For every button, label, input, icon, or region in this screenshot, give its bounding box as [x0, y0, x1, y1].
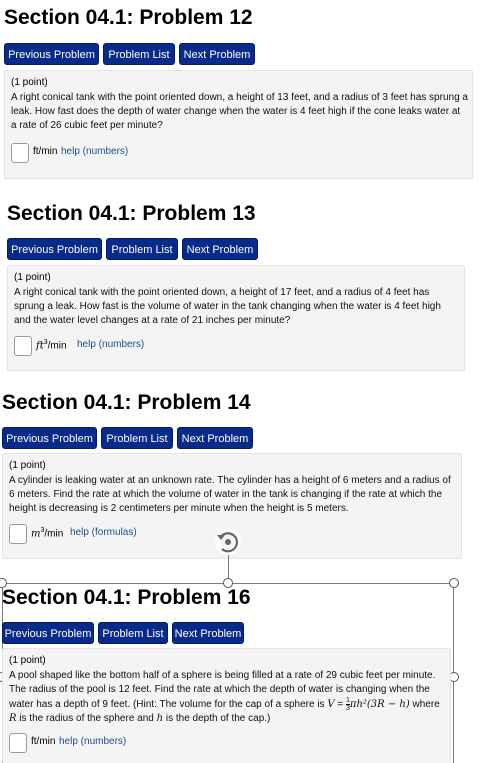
problem-list-button[interactable]: Problem List — [98, 622, 168, 644]
problem-title: Section 04.1: Problem 12 — [4, 6, 253, 29]
problem-box: (1 point) A right conical tank with the … — [4, 70, 473, 179]
points-label: (1 point) — [11, 77, 48, 88]
unit-label: m3/min — [31, 527, 64, 540]
answer-input[interactable] — [14, 336, 32, 356]
unit-label: ft/min — [31, 736, 56, 747]
problem-box: (1 point) A right conical tank with the … — [7, 265, 465, 371]
points-label: (1 point) — [14, 272, 51, 283]
next-problem-button[interactable]: Next Problem — [172, 622, 244, 644]
problem-box: (1 point) A pool shaped like the bottom … — [2, 648, 451, 763]
problem-13-section: Section 04.1: Problem 13 Previous Proble… — [7, 202, 467, 374]
previous-problem-button[interactable]: Previous Problem — [2, 427, 97, 449]
rotate-handle-icon[interactable] — [214, 528, 244, 556]
problem-list-button[interactable]: Problem List — [103, 43, 175, 65]
help-link[interactable]: help (numbers) — [59, 736, 126, 747]
rotate-connector — [228, 553, 229, 579]
help-link[interactable]: help (numbers) — [77, 339, 144, 350]
next-problem-button[interactable]: Next Problem — [182, 238, 258, 260]
help-link[interactable]: help (formulas) — [70, 527, 137, 538]
answer-input[interactable] — [11, 143, 29, 163]
problem-text: A cylinder is leaking water at an unknow… — [9, 475, 451, 514]
problem-title: Section 04.1: Problem 16 — [2, 586, 251, 609]
problem-text: A right conical tank with the point orie… — [11, 92, 468, 131]
problem-list-button[interactable]: Problem List — [101, 427, 173, 449]
next-problem-button[interactable]: Next Problem — [179, 43, 255, 65]
previous-problem-button[interactable]: Previous Problem — [2, 622, 94, 644]
problem-title: Section 04.1: Problem 13 — [7, 202, 256, 225]
points-label: (1 point) — [9, 460, 46, 471]
problem-list-button[interactable]: Problem List — [106, 238, 178, 260]
unit-label: ft3/min — [36, 339, 67, 352]
help-link[interactable]: help (numbers) — [61, 146, 128, 157]
answer-input[interactable] — [9, 733, 27, 753]
previous-problem-button[interactable]: Previous Problem — [4, 43, 99, 65]
problem-16-section: Section 04.1: Problem 16 Previous Proble… — [2, 586, 452, 763]
problem-text: A right conical tank with the point orie… — [14, 287, 441, 326]
problem-text: A pool shaped like the bottom half of a … — [9, 670, 440, 725]
problem-title: Section 04.1: Problem 14 — [2, 391, 251, 414]
previous-problem-button[interactable]: Previous Problem — [7, 238, 102, 260]
problem-12-section: Section 04.1: Problem 12 Previous Proble… — [4, 6, 474, 181]
answer-input[interactable] — [9, 524, 27, 544]
points-label: (1 point) — [9, 655, 46, 666]
unit-label: ft/min — [33, 146, 58, 157]
next-problem-button[interactable]: Next Problem — [177, 427, 253, 449]
